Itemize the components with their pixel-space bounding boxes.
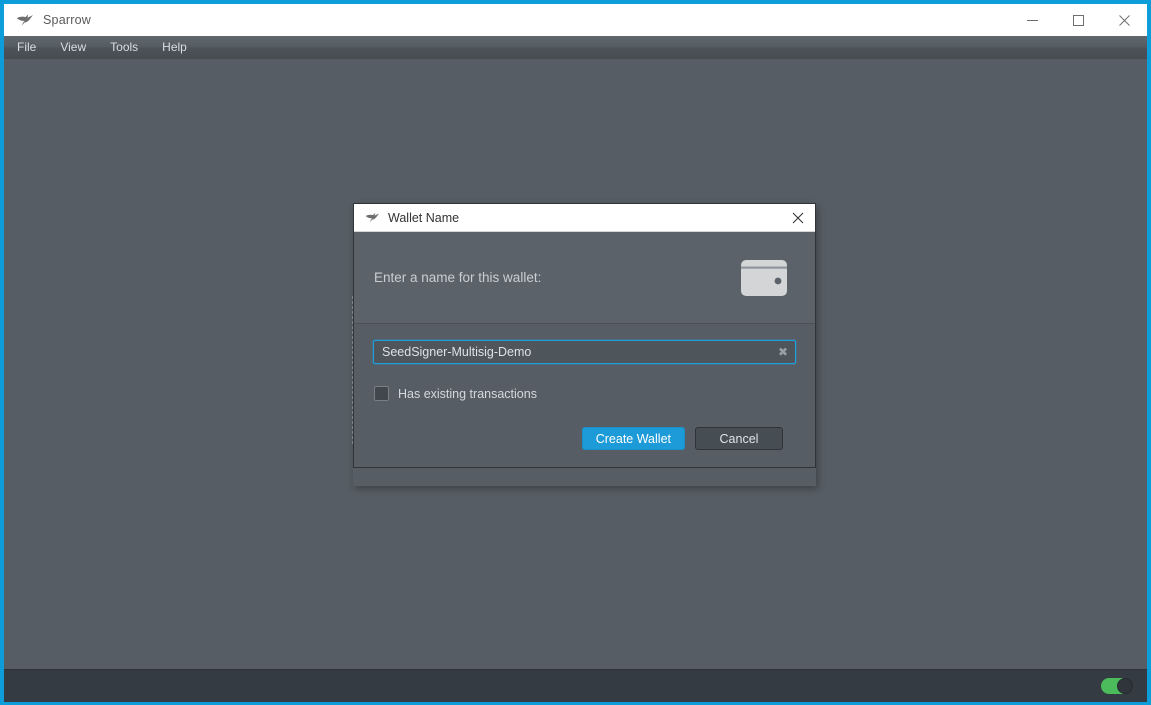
create-wallet-button[interactable]: Create Wallet <box>582 427 685 450</box>
has-existing-transactions-label: Has existing transactions <box>398 387 537 401</box>
minimize-icon[interactable] <box>1009 4 1055 36</box>
has-existing-transactions-checkbox[interactable] <box>374 386 389 401</box>
window-titlebar: Sparrow <box>4 4 1147 36</box>
sparrow-bird-icon <box>16 11 34 29</box>
wallet-name-field[interactable]: ✖ <box>373 340 796 364</box>
application-window: Sparrow File View Tools Help <box>0 0 1151 705</box>
clear-input-icon[interactable]: ✖ <box>771 341 795 363</box>
wallet-icon <box>739 256 791 300</box>
menu-item-help[interactable]: Help <box>151 38 198 57</box>
maximize-icon[interactable] <box>1055 4 1101 36</box>
sparrow-bird-icon <box>365 210 380 225</box>
has-existing-transactions-row[interactable]: Has existing transactions <box>374 386 796 401</box>
window-title: Sparrow <box>43 13 1009 27</box>
dialog-close-icon[interactable] <box>781 204 815 231</box>
dialog-title: Wallet Name <box>388 211 781 225</box>
window-controls <box>1009 4 1147 36</box>
menu-item-view[interactable]: View <box>49 38 97 57</box>
dialog-body: ✖ Has existing transactions Create Walle… <box>354 324 815 467</box>
server-connect-toggle[interactable] <box>1101 678 1133 694</box>
statusbar <box>4 669 1147 702</box>
dialog-titlebar: Wallet Name <box>354 204 815 232</box>
menubar: File View Tools Help <box>4 36 1147 60</box>
wallet-name-dialog: Wallet Name Enter a name for this wallet… <box>353 203 816 468</box>
wallet-name-input[interactable] <box>374 341 771 363</box>
dialog-prompt-text: Enter a name for this wallet: <box>374 270 739 285</box>
toggle-knob <box>1117 678 1133 694</box>
menu-item-file[interactable]: File <box>6 38 47 57</box>
menu-item-tools[interactable]: Tools <box>99 38 149 57</box>
close-icon[interactable] <box>1101 4 1147 36</box>
cancel-button[interactable]: Cancel <box>695 427 783 450</box>
dialog-header: Enter a name for this wallet: <box>354 232 815 324</box>
dialog-footer: Create Wallet Cancel <box>373 401 796 467</box>
